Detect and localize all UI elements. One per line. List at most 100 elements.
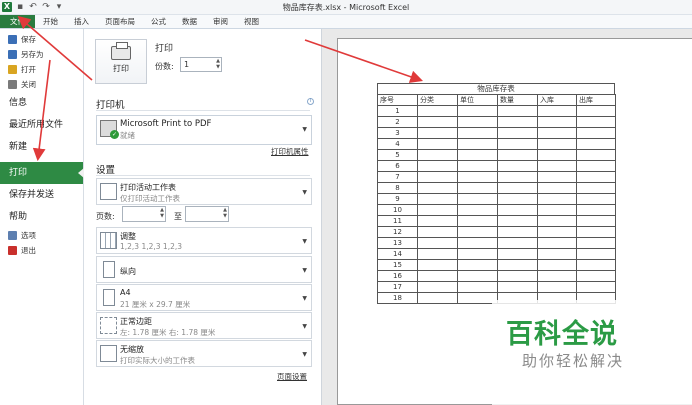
empty-cell — [457, 171, 498, 183]
margins-dropdown[interactable]: 正常边距 左: 1.78 厘米 右: 1.78 厘米 ▼ — [96, 312, 312, 339]
orientation-dropdown[interactable]: 纵向 ▼ — [96, 256, 312, 283]
empty-cell — [537, 270, 577, 282]
empty-cell — [576, 127, 616, 139]
row-number-cell: 5 — [377, 149, 418, 161]
empty-cell — [497, 281, 538, 293]
options-icon — [8, 231, 17, 240]
print-what-title: 打印活动工作表 — [120, 183, 176, 192]
scaling-dropdown[interactable]: 无缩放 打印实际大小的工作表 ▼ — [96, 340, 312, 367]
nav-save-as[interactable]: 另存为 — [0, 47, 83, 62]
table-row: 4 — [377, 138, 616, 150]
table-row: 11 — [377, 215, 616, 227]
pages-label: 页数: — [96, 212, 115, 221]
empty-cell — [497, 259, 538, 271]
nav-help[interactable]: 帮助 — [0, 206, 83, 228]
empty-cell — [497, 182, 538, 194]
paper-icon — [103, 289, 115, 306]
empty-cell — [457, 105, 498, 117]
empty-cell — [457, 237, 498, 249]
row-number-cell: 13 — [377, 237, 418, 249]
nav-close[interactable]: 关闭 — [0, 77, 83, 92]
empty-cell — [497, 116, 538, 128]
copies-input[interactable]: 1 ▲ ▼ — [180, 57, 222, 72]
tab-view[interactable]: 视图 — [236, 15, 267, 28]
empty-cell — [537, 259, 577, 271]
page-setup-link[interactable]: 页面设置 — [277, 371, 307, 382]
printer-properties-link[interactable]: 打印机属性 — [271, 146, 309, 157]
nav-open[interactable]: 打开 — [0, 62, 83, 77]
portrait-icon — [103, 261, 115, 278]
chevron-down-icon: ▼ — [302, 267, 307, 274]
printer-status: 就绪 — [120, 131, 135, 140]
nav-save[interactable]: 保存 — [0, 32, 83, 47]
paper-title: A4 — [120, 288, 131, 297]
empty-cell — [457, 149, 498, 161]
empty-cell — [417, 248, 458, 260]
exit-icon — [8, 246, 17, 255]
empty-cell — [457, 248, 498, 260]
orientation-title: 纵向 — [120, 267, 136, 276]
paper-size-dropdown[interactable]: A4 21 厘米 x 29.7 厘米 ▼ — [96, 284, 312, 311]
empty-cell — [497, 138, 538, 150]
pages-from-input[interactable]: ▲ ▼ — [122, 206, 166, 222]
empty-cell — [457, 193, 498, 205]
nav-recent[interactable]: 最近所用文件 — [0, 114, 83, 136]
table-row: 17 — [377, 281, 616, 293]
printer-dropdown[interactable]: Microsoft Print to PDF 就绪 ▼ — [96, 115, 312, 145]
empty-cell — [497, 237, 538, 249]
tab-file[interactable]: 文件 — [0, 15, 35, 28]
empty-cell — [417, 127, 458, 139]
row-number-cell: 1 — [377, 105, 418, 117]
nav-print[interactable]: 打印 — [0, 162, 84, 184]
collate-dropdown[interactable]: 调整 1,2,3 1,2,3 1,2,3 ▼ — [96, 227, 312, 254]
empty-cell — [417, 116, 458, 128]
pages-from-spinner[interactable]: ▲ ▼ — [160, 207, 164, 219]
print-what-dropdown[interactable]: 打印活动工作表 仅打印活动工作表 ▼ — [96, 178, 312, 205]
empty-cell — [576, 270, 616, 282]
title-bar: X ▪ ↶ ↷ ▾ 物品库存表.xlsx - Microsoft Excel — [0, 0, 692, 15]
printer-section-title: 打印机 — [96, 100, 125, 111]
copies-spinner[interactable]: ▲ ▼ — [216, 58, 220, 70]
row-number-cell: 11 — [377, 215, 418, 227]
nav-save-send[interactable]: 保存并发送 — [0, 184, 83, 206]
tab-review[interactable]: 审阅 — [205, 15, 236, 28]
empty-cell — [417, 182, 458, 194]
pages-to-input[interactable]: ▲ ▼ — [185, 206, 229, 222]
empty-cell — [576, 149, 616, 161]
empty-cell — [417, 160, 458, 172]
nav-new[interactable]: 新建 — [0, 136, 83, 158]
ribbon-tabs: 文件 开始 插入 页面布局 公式 数据 审阅 视图 — [0, 15, 692, 29]
divider — [96, 110, 310, 111]
info-icon[interactable]: i — [307, 98, 314, 105]
empty-cell — [497, 160, 538, 172]
scaling-icon — [100, 345, 117, 362]
pages-to-spinner[interactable]: ▲ ▼ — [223, 207, 227, 219]
table-row: 8 — [377, 182, 616, 194]
nav-info[interactable]: 信息 — [0, 92, 83, 114]
table-row: 13 — [377, 237, 616, 249]
row-number-cell: 7 — [377, 171, 418, 183]
tab-data[interactable]: 数据 — [174, 15, 205, 28]
empty-cell — [537, 149, 577, 161]
chevron-down-icon: ▼ — [302, 238, 307, 245]
empty-cell — [537, 248, 577, 260]
tab-insert[interactable]: 插入 — [66, 15, 97, 28]
empty-cell — [497, 204, 538, 216]
empty-cell — [497, 149, 538, 161]
nav-options[interactable]: 选项 — [0, 228, 83, 243]
nav-save-label: 保存 — [21, 35, 36, 44]
empty-cell — [457, 226, 498, 238]
tab-page-layout[interactable]: 页面布局 — [97, 15, 143, 28]
header-cell: 入库 — [537, 94, 577, 106]
nav-exit[interactable]: 退出 — [0, 243, 83, 258]
nav-options-label: 选项 — [21, 231, 36, 240]
print-button[interactable]: 打印 — [95, 39, 147, 84]
tab-home[interactable]: 开始 — [35, 15, 66, 28]
row-number-cell: 18 — [377, 292, 418, 304]
nav-save-as-label: 另存为 — [21, 50, 44, 59]
tab-formulas[interactable]: 公式 — [143, 15, 174, 28]
table-row: 6 — [377, 160, 616, 172]
header-cell: 序号 — [377, 94, 418, 106]
row-number-cell: 9 — [377, 193, 418, 205]
window-title: 物品库存表.xlsx - Microsoft Excel — [282, 3, 410, 12]
